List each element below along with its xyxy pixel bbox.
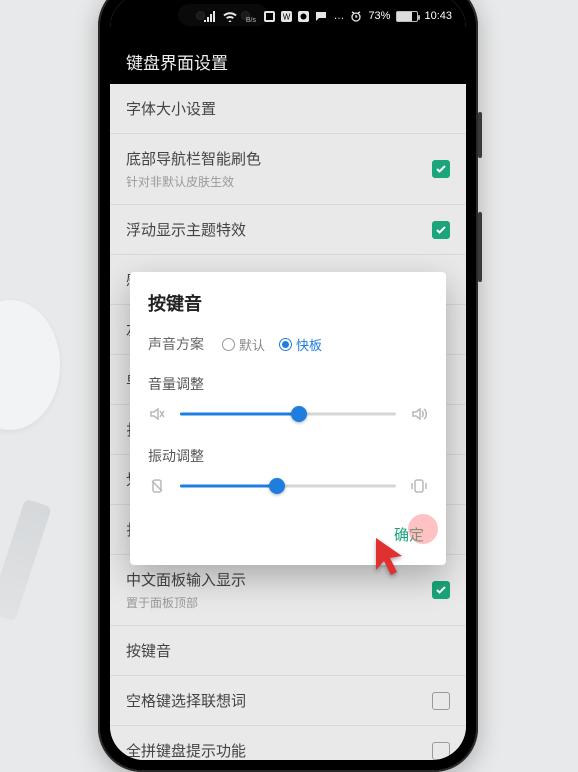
sound-scheme-label: 声音方案 [148,334,204,354]
phone-screen: 369 B/s W … 73% 10:43 键盘 [110,0,466,760]
volume-slider[interactable] [180,404,396,424]
wifi-icon [223,11,237,22]
more-icon: … [333,10,344,22]
vibration-slider[interactable] [180,476,396,496]
battery-pct: 73% [368,10,390,22]
net-speed-unit: B/s [243,16,258,25]
dialog-actions: 确定 [148,518,428,551]
volume-label: 音量调整 [148,374,428,394]
radio-default[interactable]: 默认 [222,335,265,354]
dialog-scrim: 按键音 声音方案 默认 快板 音量调整 [110,38,466,760]
confirm-button[interactable]: 确定 [390,518,428,551]
vibration-slider-row [148,476,428,496]
volume-mute-icon [148,405,166,423]
battery-icon [396,11,418,22]
volume-max-icon [410,405,428,423]
dialog-title: 按键音 [148,290,428,316]
side-button-1 [478,112,482,158]
alarm-icon [350,10,362,22]
tap-highlight [408,514,438,544]
sound-scheme-row: 声音方案 默认 快板 [148,334,428,354]
status-bar: 369 B/s W … 73% 10:43 [110,0,466,38]
svg-text:W: W [283,12,291,21]
key-sound-dialog: 按键音 声音方案 默认 快板 音量调整 [130,272,446,565]
side-button-2 [478,212,482,282]
radio-unchecked-icon [222,338,235,351]
radio-kuaiban[interactable]: 快板 [279,335,322,354]
status-app-icon-3 [298,11,309,22]
vibration-off-icon [148,477,166,495]
phone-frame: 369 B/s W … 73% 10:43 键盘 [98,0,478,772]
vibration-on-icon [410,477,428,495]
volume-slider-row [148,404,428,424]
desk-pencil [0,499,52,622]
status-app-icon-1 [264,11,275,22]
signal-icon [204,11,217,22]
radio-label: 默认 [239,335,265,354]
radio-checked-icon [279,338,292,351]
desk-blob [0,300,60,430]
radio-label: 快板 [296,335,322,354]
chat-icon [315,11,327,22]
vibration-label: 振动调整 [148,446,428,466]
status-time: 10:43 [424,10,452,22]
status-app-icon-2: W [281,11,292,22]
